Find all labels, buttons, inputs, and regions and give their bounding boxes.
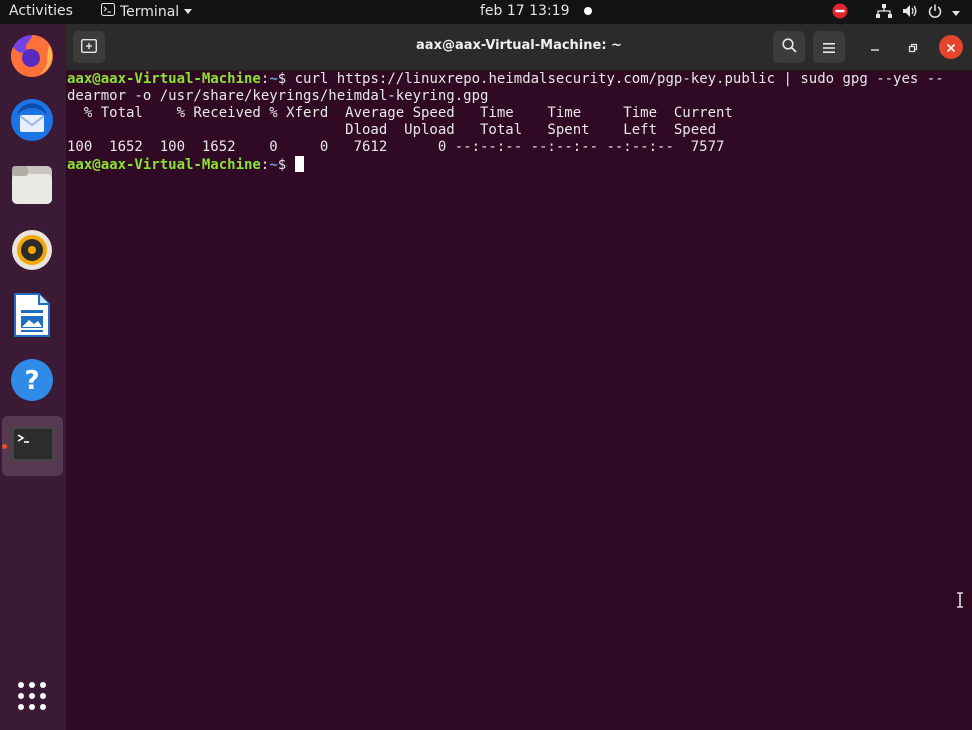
prompt-symbol: $ (277, 71, 287, 87)
terminal-output[interactable]: aax@aax-Virtual-Machine:~$ curl https://… (67, 71, 959, 721)
command-continuation: dearmor -o /usr/share/keyrings/heimdal-k… (67, 88, 489, 104)
prompt-path: ~ (269, 71, 278, 87)
dock-item-firefox[interactable] (6, 32, 58, 84)
prompt-path: ~ (269, 157, 278, 173)
network-icon[interactable] (876, 4, 892, 22)
power-icon[interactable] (928, 4, 942, 22)
activities-button[interactable]: Activities (9, 3, 73, 19)
maximize-button[interactable] (901, 35, 925, 59)
apps-grid-icon (17, 681, 47, 715)
app-menu[interactable]: Terminal (101, 3, 193, 20)
prompt-symbol: $ (277, 157, 287, 173)
rhythmbox-icon (11, 229, 53, 275)
output-line: % Total % Received % Xferd Average Speed… (67, 105, 733, 121)
scrollbar[interactable] (966, 84, 970, 720)
header-bar: aax@aax-Virtual-Machine: ~ (66, 24, 972, 71)
minimize-button[interactable] (863, 35, 887, 59)
dock-item-rhythmbox[interactable] (6, 226, 58, 278)
search-button[interactable] (773, 31, 805, 63)
clock-button[interactable]: feb 17 13:19 (480, 3, 592, 19)
minimize-icon (870, 38, 880, 57)
top-bar: Activities Terminal feb 17 13:19 (0, 0, 972, 24)
prompt-user: aax@aax-Virtual-Machine (67, 157, 261, 173)
dock-item-terminal[interactable] (2, 416, 63, 476)
running-indicator (2, 444, 7, 449)
help-icon: ? (10, 358, 54, 406)
hamburger-icon (823, 38, 835, 57)
app-menu-label: Terminal (120, 3, 180, 20)
show-applications-button[interactable] (6, 672, 58, 724)
system-menu-chevron-icon[interactable] (952, 10, 960, 16)
volume-icon[interactable] (902, 4, 918, 22)
search-icon (781, 37, 797, 57)
close-icon (946, 38, 956, 57)
writer-icon (13, 292, 51, 342)
files-icon (10, 164, 54, 210)
terminal-small-icon (101, 3, 115, 20)
command-line: aax@aax-Virtual-Machine:~$ curl https://… (67, 71, 944, 87)
thunderbird-icon (9, 97, 55, 147)
prompt-user: aax@aax-Virtual-Machine (67, 71, 261, 87)
dock-item-libreoffice-writer[interactable] (6, 291, 58, 343)
output-line: 100 1652 100 1652 0 0 7612 0 --:--:-- --… (67, 139, 725, 155)
restore-icon (908, 38, 918, 57)
dock-item-files[interactable] (6, 161, 58, 213)
firefox-icon (9, 33, 55, 83)
text-cursor (294, 156, 304, 172)
dock-item-help[interactable]: ? (6, 356, 58, 408)
output-line: Dload Upload Total Spent Left Speed (67, 122, 717, 138)
mouse-ibeam-icon (956, 592, 964, 612)
command-text: curl https://linuxrepo.heimdalsecurity.c… (286, 71, 944, 87)
terminal-icon (11, 427, 54, 465)
dock: ? (0, 24, 66, 730)
do-not-disturb-icon[interactable] (832, 3, 848, 23)
notification-dot-icon (583, 7, 592, 15)
current-prompt-line: aax@aax-Virtual-Machine:~$ (67, 156, 959, 174)
svg-text:?: ? (24, 366, 39, 396)
chevron-down-icon (184, 9, 193, 14)
dock-item-thunderbird[interactable] (6, 96, 58, 148)
clock-label: feb 17 13:19 (480, 3, 570, 19)
terminal-window: aax@aax-Virtual-Machine: ~ aax@aax-Virtu… (66, 24, 972, 730)
system-tray[interactable] (832, 3, 960, 23)
menu-button[interactable] (813, 31, 845, 63)
close-button[interactable] (939, 35, 963, 59)
